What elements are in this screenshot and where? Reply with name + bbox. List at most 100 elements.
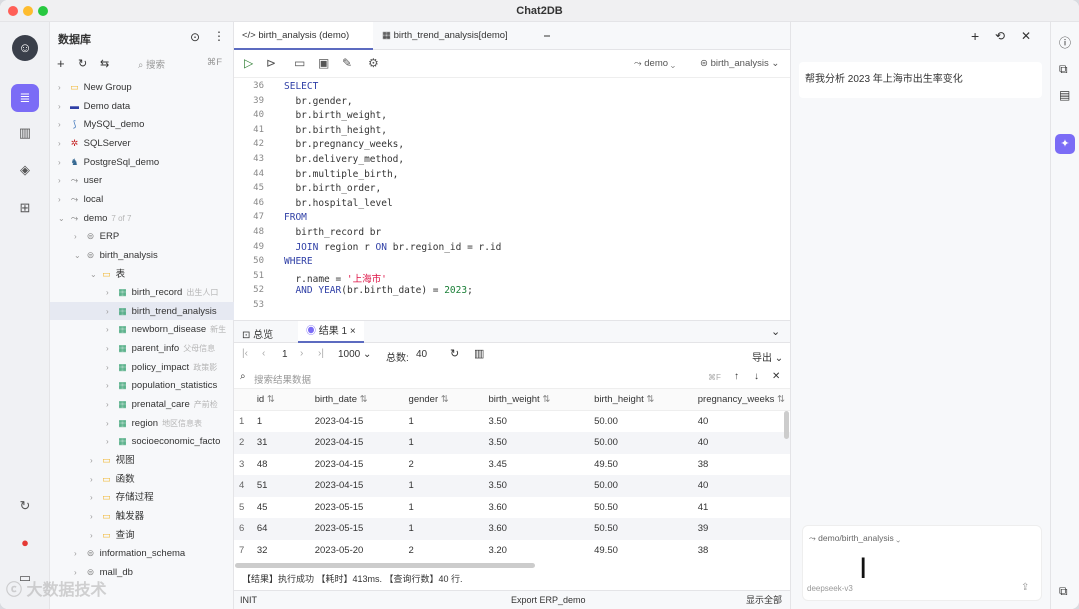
- table-cell[interactable]: 2023-05-15: [310, 497, 404, 519]
- tree-item[interactable]: › ▬ Demo data: [50, 97, 234, 115]
- tree-item[interactable]: › ⤳ user: [50, 171, 234, 189]
- more-icon[interactable]: ⋮: [213, 29, 225, 43]
- tab-overview[interactable]: ⊡ 总览: [242, 326, 273, 341]
- tree-item[interactable]: › ▭ 函数: [50, 470, 234, 488]
- database-icon[interactable]: ≣: [11, 84, 39, 112]
- table-cell[interactable]: 1: [403, 518, 484, 540]
- code-line[interactable]: br.gender,: [284, 96, 352, 107]
- context-chip[interactable]: ⤳ demo/birth_analysis ⌄: [809, 533, 900, 544]
- table-cell[interactable]: 2023-04-15: [310, 411, 404, 433]
- table-row[interactable]: 6 64 2023-05-15 1 3.60 50.50 39: [234, 518, 790, 540]
- notification-icon[interactable]: ●: [15, 532, 35, 552]
- copy-icon[interactable]: ⧉: [1059, 62, 1068, 77]
- tree-item[interactable]: › ▦ prenatal_care 产前检: [50, 395, 234, 413]
- chat-input-box[interactable]: ⤳ demo/birth_analysis ⌄ I deepseek-v3 ⇪: [802, 525, 1042, 601]
- code-line[interactable]: br.hospital_level: [284, 198, 392, 209]
- tab-birth-analysis[interactable]: </> birth_analysis (demo): [234, 22, 373, 50]
- chevron-right-icon[interactable]: ›: [58, 154, 68, 172]
- table-cell[interactable]: 3.60: [483, 497, 589, 519]
- chevron-right-icon[interactable]: ›: [58, 172, 68, 190]
- first-page-icon[interactable]: |‹: [242, 348, 248, 359]
- maximize-window-button[interactable]: [38, 6, 48, 16]
- footer-export[interactable]: Export ERP_demo: [511, 591, 586, 609]
- page-number[interactable]: 1: [282, 349, 288, 360]
- sort-filter-icon[interactable]: ⇅: [267, 394, 275, 405]
- tree-item[interactable]: › ♞ PostgreSql_demo: [50, 153, 234, 171]
- settings-icon[interactable]: ⊙: [190, 30, 200, 44]
- chevron-down-icon[interactable]: ⌄: [74, 247, 84, 265]
- chevron-right-icon[interactable]: ›: [58, 191, 68, 209]
- db-selector[interactable]: ⤳ demo ⌄: [634, 58, 675, 69]
- table-cell[interactable]: 1: [403, 475, 484, 497]
- table-cell[interactable]: 3.60: [483, 518, 590, 540]
- sort-filter-icon[interactable]: ⇅: [441, 394, 449, 405]
- table-cell[interactable]: 1: [404, 411, 484, 433]
- table-cell[interactable]: 2023-04-15: [309, 475, 404, 497]
- code-line[interactable]: br.birth_weight,: [284, 110, 387, 121]
- column-header[interactable]: birth_date ⇅: [309, 389, 404, 411]
- search-down-icon[interactable]: ↓: [754, 371, 759, 382]
- chevron-right-icon[interactable]: ›: [106, 433, 116, 451]
- chevron-right-icon[interactable]: ›: [74, 228, 84, 246]
- chevron-down-icon[interactable]: ⌄: [58, 210, 68, 228]
- run-line-icon[interactable]: ⊳: [266, 56, 276, 70]
- tree-item[interactable]: › ⊜ ERP: [50, 227, 234, 245]
- dashboard-icon[interactable]: ▥: [15, 123, 35, 143]
- chevron-right-icon[interactable]: ›: [106, 396, 116, 414]
- column-header[interactable]: birth_height ⇅: [589, 389, 693, 411]
- chevron-right-icon[interactable]: ›: [58, 79, 68, 97]
- table-cell[interactable]: 45: [252, 497, 310, 519]
- run-icon[interactable]: ▷: [244, 56, 253, 70]
- close-window-button[interactable]: [8, 6, 18, 16]
- tree-item[interactable]: ⌄ ⤳ demo 7 of 7: [50, 209, 234, 227]
- table-row[interactable]: 3 48 2023-04-15 2 3.45 49.50 38: [234, 454, 790, 476]
- table-cell[interactable]: 40: [693, 411, 790, 433]
- info-icon[interactable]: ⓘ: [1059, 34, 1071, 51]
- code-line[interactable]: br.multiple_birth,: [284, 169, 398, 180]
- clipboard-icon[interactable]: ▤: [1059, 88, 1070, 102]
- code-line[interactable]: br.delivery_method,: [284, 154, 404, 165]
- next-page-icon[interactable]: ›: [300, 348, 303, 359]
- sync-icon[interactable]: ↻: [15, 496, 35, 516]
- ai-edit-icon[interactable]: ✎: [342, 56, 352, 70]
- schema-selector[interactable]: ⊜ birth_analysis ⌄: [700, 58, 779, 69]
- collapse-icon[interactable]: ⌄: [771, 325, 780, 338]
- table-cell[interactable]: 2023-04-15: [310, 454, 404, 476]
- format-icon[interactable]: ▣: [318, 56, 329, 70]
- tab-result-1[interactable]: ◉ 结果 1 ×: [298, 321, 364, 343]
- tab-birth-trend-analysis[interactable]: ▦ birth_trend_analysis[demo]: [374, 22, 524, 50]
- tree-item[interactable]: ⌄ ▭ 表: [50, 265, 234, 283]
- table-row[interactable]: 2 31 2023-04-15 1 3.50 50.00 40: [234, 432, 790, 454]
- close-panel-icon[interactable]: ✕: [1021, 29, 1031, 43]
- table-cell[interactable]: 32: [252, 540, 310, 562]
- column-header[interactable]: birth_weight ⇅: [483, 389, 590, 411]
- chart-icon[interactable]: ▥: [474, 347, 484, 360]
- chevron-right-icon[interactable]: ›: [106, 377, 116, 395]
- table-cell[interactable]: 31: [251, 432, 310, 454]
- table-row[interactable]: 7 32 2023-05-20 2 3.20 49.50 38: [234, 540, 790, 562]
- table-cell[interactable]: 48: [252, 454, 310, 476]
- table-cell[interactable]: 38: [693, 454, 790, 476]
- tree-item[interactable]: › ▦ socioeconomic_facto: [50, 432, 234, 450]
- history-icon[interactable]: ⟲: [995, 29, 1005, 43]
- tree-item[interactable]: › ⤳ local: [50, 190, 234, 208]
- tree-item[interactable]: › ▭ 查询: [50, 526, 234, 544]
- table-cell[interactable]: 39: [692, 518, 790, 540]
- sql-editor[interactable]: 36 SELECT 39 br.gender, 40 br.birth_weight,…: [234, 78, 790, 318]
- table-cell[interactable]: 40: [692, 432, 790, 454]
- search-up-icon[interactable]: ↑: [734, 371, 739, 382]
- table-cell[interactable]: 50.00: [589, 432, 693, 454]
- chevron-right-icon[interactable]: ›: [106, 340, 116, 358]
- chevron-right-icon[interactable]: ›: [106, 284, 116, 302]
- table-cell[interactable]: 3.20: [483, 540, 589, 562]
- extensions-icon[interactable]: ⊞: [15, 198, 35, 218]
- tree-item[interactable]: › ⊜ information_schema: [50, 544, 234, 562]
- chevron-right-icon[interactable]: ›: [58, 116, 68, 134]
- chevron-right-icon[interactable]: ›: [106, 321, 116, 339]
- table-row[interactable]: 1 1 2023-04-15 1 3.50 50.00 40: [234, 411, 790, 433]
- tree-item[interactable]: › ▦ parent_info 父母信息: [50, 339, 234, 357]
- column-header[interactable]: pregnancy_weeks ⇅: [692, 389, 790, 411]
- table-cell[interactable]: 2: [404, 540, 484, 562]
- grid-scrollbar[interactable]: [784, 411, 789, 439]
- table-cell[interactable]: 2023-05-15: [309, 518, 404, 540]
